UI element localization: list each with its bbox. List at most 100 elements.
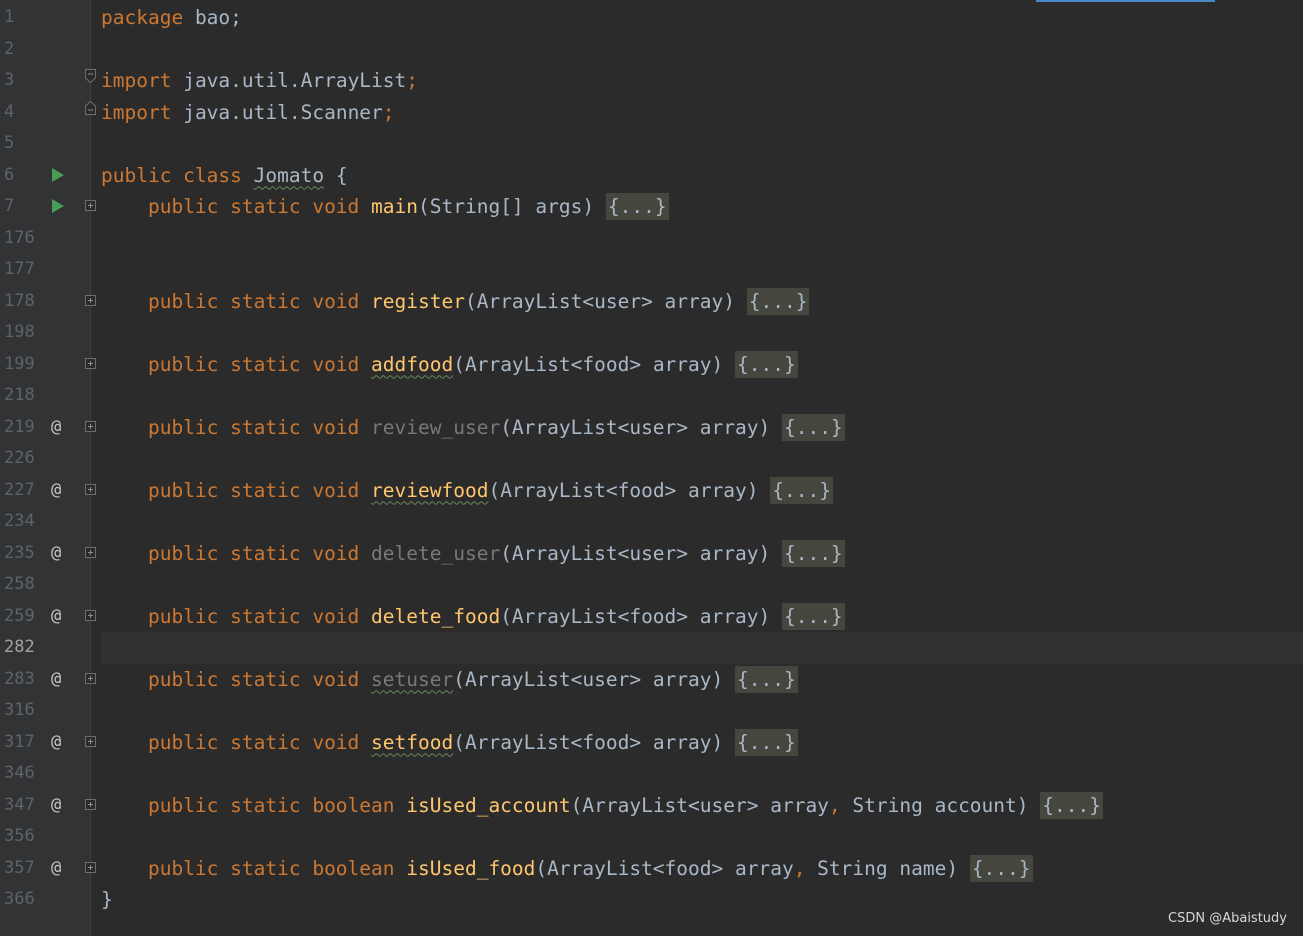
code-line[interactable]: 346 xyxy=(0,758,1303,790)
line-number: 258 xyxy=(4,574,35,594)
line-number: 356 xyxy=(4,826,35,846)
code-text[interactable]: public static void review_user(ArrayList… xyxy=(101,412,845,444)
line-number: 218 xyxy=(4,385,35,405)
expand-fold-icon[interactable] xyxy=(85,546,96,558)
code-editor[interactable]: 1 package bao; 2 3 import java.util.Arra… xyxy=(0,0,1303,936)
code-text[interactable]: public static boolean isUsed_account(Arr… xyxy=(101,790,1103,822)
line-number: 235 xyxy=(4,542,35,563)
method-name: main xyxy=(371,195,419,218)
expand-fold-icon[interactable] xyxy=(85,420,96,432)
code-line[interactable]: 283 @ public static void setuser(ArrayLi… xyxy=(0,664,1303,696)
fold-start-icon[interactable] xyxy=(85,69,96,83)
code-text[interactable]: public static void addfood(ArrayList<foo… xyxy=(101,349,798,381)
annotation-at-icon[interactable]: @ xyxy=(51,412,61,444)
expand-fold-icon[interactable] xyxy=(85,735,96,747)
package-name: bao; xyxy=(194,6,242,29)
code-line[interactable]: 176 xyxy=(0,223,1303,255)
folded-block[interactable]: {...} xyxy=(770,476,833,504)
code-line[interactable]: 357 @ public static boolean isUsed_food(… xyxy=(0,853,1303,885)
code-line[interactable]: 347 @ public static boolean isUsed_accou… xyxy=(0,790,1303,822)
run-icon[interactable] xyxy=(52,167,64,182)
code-line[interactable]: 5 xyxy=(0,128,1303,160)
expand-fold-icon[interactable] xyxy=(85,798,96,810)
folded-block[interactable]: {...} xyxy=(746,287,810,315)
code-line[interactable]: 227 @ public static void reviewfood(Arra… xyxy=(0,475,1303,507)
folded-block[interactable]: {...} xyxy=(735,665,798,693)
line-number: 219 xyxy=(4,416,35,437)
code-line[interactable]: 3 import java.util.ArrayList; xyxy=(0,65,1303,97)
folded-block[interactable]: {...} xyxy=(781,413,845,441)
code-line[interactable]: 6 public class Jomato { xyxy=(0,160,1303,192)
expand-fold-icon[interactable] xyxy=(85,609,96,621)
code-text[interactable]: import java.util.ArrayList; xyxy=(101,65,418,97)
code-line[interactable]: 177 xyxy=(0,254,1303,286)
method-name: reviewfood xyxy=(371,478,489,502)
code-text[interactable]: package bao; xyxy=(101,2,242,34)
folded-block[interactable]: {...} xyxy=(735,350,798,378)
code-text[interactable]: public class Jomato { xyxy=(101,160,348,192)
code-text[interactable]: public static void delete_food(ArrayList… xyxy=(101,601,845,633)
folded-block[interactable]: {...} xyxy=(969,854,1033,882)
method-name: setfood xyxy=(371,730,454,754)
code-line[interactable]: 198 xyxy=(0,317,1303,349)
annotation-at-icon[interactable]: @ xyxy=(51,727,61,759)
code-line[interactable]: 366 } xyxy=(0,884,1303,916)
expand-fold-icon[interactable] xyxy=(85,357,96,369)
folded-block[interactable]: {...} xyxy=(781,602,845,630)
code-line[interactable]: 235 @ public static void delete_user(Arr… xyxy=(0,538,1303,570)
brace: { xyxy=(335,163,348,187)
annotation-at-icon[interactable]: @ xyxy=(51,475,61,507)
code-line[interactable]: 259 @ public static void delete_food(Arr… xyxy=(0,601,1303,633)
code-text[interactable]: public static void register(ArrayList<us… xyxy=(101,286,810,318)
code-text[interactable]: public static void setfood(ArrayList<foo… xyxy=(101,727,798,759)
code-line[interactable]: 218 xyxy=(0,380,1303,412)
method-name: delete_user xyxy=(371,541,501,565)
code-line[interactable]: 219 @ public static void review_user(Arr… xyxy=(0,412,1303,444)
code-line[interactable]: 7 public static void main(String[] args)… xyxy=(0,191,1303,223)
code-line[interactable]: 316 xyxy=(0,695,1303,727)
annotation-at-icon[interactable]: @ xyxy=(51,664,61,696)
code-line[interactable]: 1 package bao; xyxy=(0,2,1303,34)
line-number: 283 xyxy=(4,668,35,689)
annotation-at-icon[interactable]: @ xyxy=(51,538,61,570)
code-text[interactable]: public static boolean isUsed_food(ArrayL… xyxy=(101,853,1033,885)
code-line[interactable]: 356 xyxy=(0,821,1303,853)
code-text[interactable]: public static void setuser(ArrayList<use… xyxy=(101,664,798,696)
code-line[interactable]: 4 import java.util.Scanner; xyxy=(0,97,1303,129)
folded-block[interactable]: {...} xyxy=(605,193,669,220)
method-modifiers: public static void xyxy=(147,667,360,691)
method-params: (ArrayList<user> array) xyxy=(464,289,735,313)
code-text[interactable]: } xyxy=(101,884,113,916)
code-text[interactable]: import java.util.Scanner; xyxy=(101,97,395,129)
line-number: 316 xyxy=(4,700,35,720)
expand-fold-icon[interactable] xyxy=(85,294,96,306)
expand-fold-icon[interactable] xyxy=(85,483,96,495)
line-number: 1 xyxy=(4,7,15,27)
comma: , xyxy=(793,856,806,880)
code-text[interactable]: public static void delete_user(ArrayList… xyxy=(101,538,845,570)
expand-fold-icon[interactable] xyxy=(85,200,96,211)
line-number: 227 xyxy=(4,479,35,500)
code-line[interactable]: 178 public static void register(ArrayLis… xyxy=(0,286,1303,318)
expand-fold-icon[interactable] xyxy=(85,672,96,684)
run-icon[interactable] xyxy=(52,199,64,213)
code-line[interactable]: 199 public static void addfood(ArrayList… xyxy=(0,349,1303,381)
folded-block[interactable]: {...} xyxy=(1040,791,1103,819)
code-line[interactable]: 2 xyxy=(0,34,1303,66)
code-line[interactable]: 258 xyxy=(0,569,1303,601)
fold-end-icon[interactable] xyxy=(85,100,96,115)
current-code-line[interactable]: 282 xyxy=(0,632,1303,664)
code-text[interactable]: public static void reviewfood(ArrayList<… xyxy=(101,475,833,507)
method-name: setuser xyxy=(371,667,454,691)
method-name: register xyxy=(371,289,465,313)
expand-fold-icon[interactable] xyxy=(85,861,96,873)
folded-block[interactable]: {...} xyxy=(781,539,845,567)
code-line[interactable]: 234 xyxy=(0,506,1303,538)
code-line[interactable]: 226 xyxy=(0,443,1303,475)
folded-block[interactable]: {...} xyxy=(735,728,798,756)
annotation-at-icon[interactable]: @ xyxy=(51,790,61,822)
annotation-at-icon[interactable]: @ xyxy=(51,853,61,885)
code-text[interactable]: public static void main(String[] args) {… xyxy=(101,191,669,223)
code-line[interactable]: 317 @ public static void setfood(ArrayLi… xyxy=(0,727,1303,759)
annotation-at-icon[interactable]: @ xyxy=(51,601,61,633)
